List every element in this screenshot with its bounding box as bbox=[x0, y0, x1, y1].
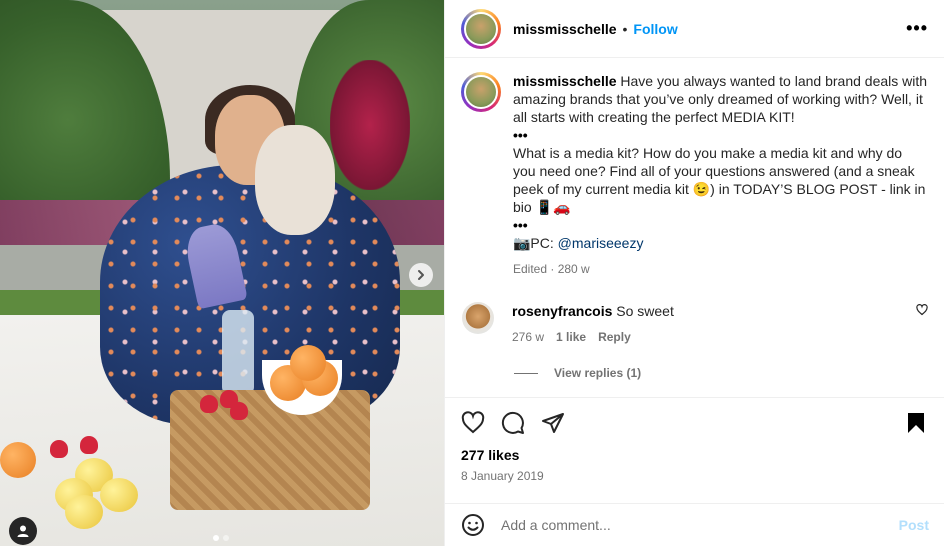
photo-bottle bbox=[222, 310, 254, 395]
photo-dog bbox=[255, 125, 335, 235]
action-bar bbox=[445, 397, 944, 447]
post-photo[interactable] bbox=[0, 0, 444, 546]
carousel-next-button[interactable] bbox=[409, 263, 433, 287]
view-replies-label: View replies (1) bbox=[554, 366, 642, 380]
likes-count[interactable]: 277 likes bbox=[445, 447, 944, 463]
separator: • bbox=[622, 20, 628, 37]
follow-button[interactable]: Follow bbox=[633, 21, 677, 37]
photo-red-plant bbox=[330, 60, 410, 190]
divider bbox=[514, 372, 538, 374]
photo-strawberry bbox=[80, 436, 98, 454]
heart-icon[interactable] bbox=[916, 304, 928, 316]
tagged-users-button[interactable] bbox=[9, 517, 37, 545]
avatar[interactable] bbox=[461, 72, 501, 112]
comment-text: So sweet bbox=[616, 303, 674, 319]
caption-dots: ••• bbox=[513, 127, 528, 143]
comment-body: rosenyfrancois So sweet 276 w 1 like Rep… bbox=[512, 302, 908, 344]
comment-username[interactable]: rosenyfrancois bbox=[512, 303, 612, 319]
bookmark-icon[interactable] bbox=[904, 411, 928, 435]
heart-icon[interactable] bbox=[461, 410, 485, 435]
avatar[interactable] bbox=[462, 302, 494, 334]
caption-text: What is a media kit? How do you make a m… bbox=[513, 145, 926, 215]
avatar[interactable] bbox=[461, 8, 501, 49]
carousel-dot bbox=[213, 535, 219, 541]
photo-strawberry bbox=[50, 440, 68, 458]
reply-button[interactable]: Reply bbox=[598, 330, 631, 344]
post-date[interactable]: 8 January 2019 bbox=[445, 463, 944, 483]
view-replies-button[interactable]: View replies (1) bbox=[514, 366, 928, 380]
more-options-icon[interactable]: ••• bbox=[906, 18, 928, 39]
chevron-right-icon bbox=[418, 270, 424, 280]
post-header: missmisschelle • Follow ••• bbox=[445, 0, 944, 58]
avatar-image bbox=[464, 75, 498, 109]
share-icon[interactable] bbox=[541, 411, 565, 435]
comment-meta: 276 w 1 like Reply bbox=[512, 330, 908, 344]
comment-item: rosenyfrancois So sweet 276 w 1 like Rep… bbox=[461, 302, 928, 344]
photo-strawberry bbox=[200, 395, 218, 413]
caption-dots: ••• bbox=[513, 217, 528, 233]
caption-pc-label: 📷PC: bbox=[513, 235, 558, 251]
mention-link[interactable]: @mariseeezy bbox=[558, 235, 644, 251]
caption-meta: Edited · 280 w bbox=[513, 262, 590, 276]
photo-orange bbox=[0, 442, 36, 478]
photo-lemon bbox=[100, 478, 138, 512]
caption-username[interactable]: missmisschelle bbox=[513, 73, 617, 89]
post-comment-button[interactable]: Post bbox=[899, 517, 929, 533]
caption: missmisschelle Have you always wanted to… bbox=[513, 72, 928, 278]
username-link[interactable]: missmisschelle bbox=[513, 21, 617, 37]
user-icon bbox=[17, 525, 29, 537]
post-panel: missmisschelle • Follow ••• missmisschel… bbox=[444, 0, 944, 546]
photo-orange bbox=[290, 345, 326, 381]
add-comment-bar: Post bbox=[445, 503, 944, 546]
caption-row: missmisschelle Have you always wanted to… bbox=[461, 72, 928, 278]
comment-likes[interactable]: 1 like bbox=[556, 330, 586, 344]
emoji-icon[interactable] bbox=[461, 513, 485, 537]
carousel-dots bbox=[213, 535, 229, 541]
photo-lemon bbox=[65, 495, 103, 529]
comment-icon[interactable] bbox=[501, 411, 525, 435]
avatar-image bbox=[464, 11, 498, 46]
carousel-dot bbox=[223, 535, 229, 541]
comment-time[interactable]: 276 w bbox=[512, 330, 544, 344]
comment-input[interactable] bbox=[501, 517, 899, 533]
comments-section[interactable]: missmisschelle Have you always wanted to… bbox=[445, 58, 944, 397]
photo-strawberry bbox=[230, 402, 248, 420]
